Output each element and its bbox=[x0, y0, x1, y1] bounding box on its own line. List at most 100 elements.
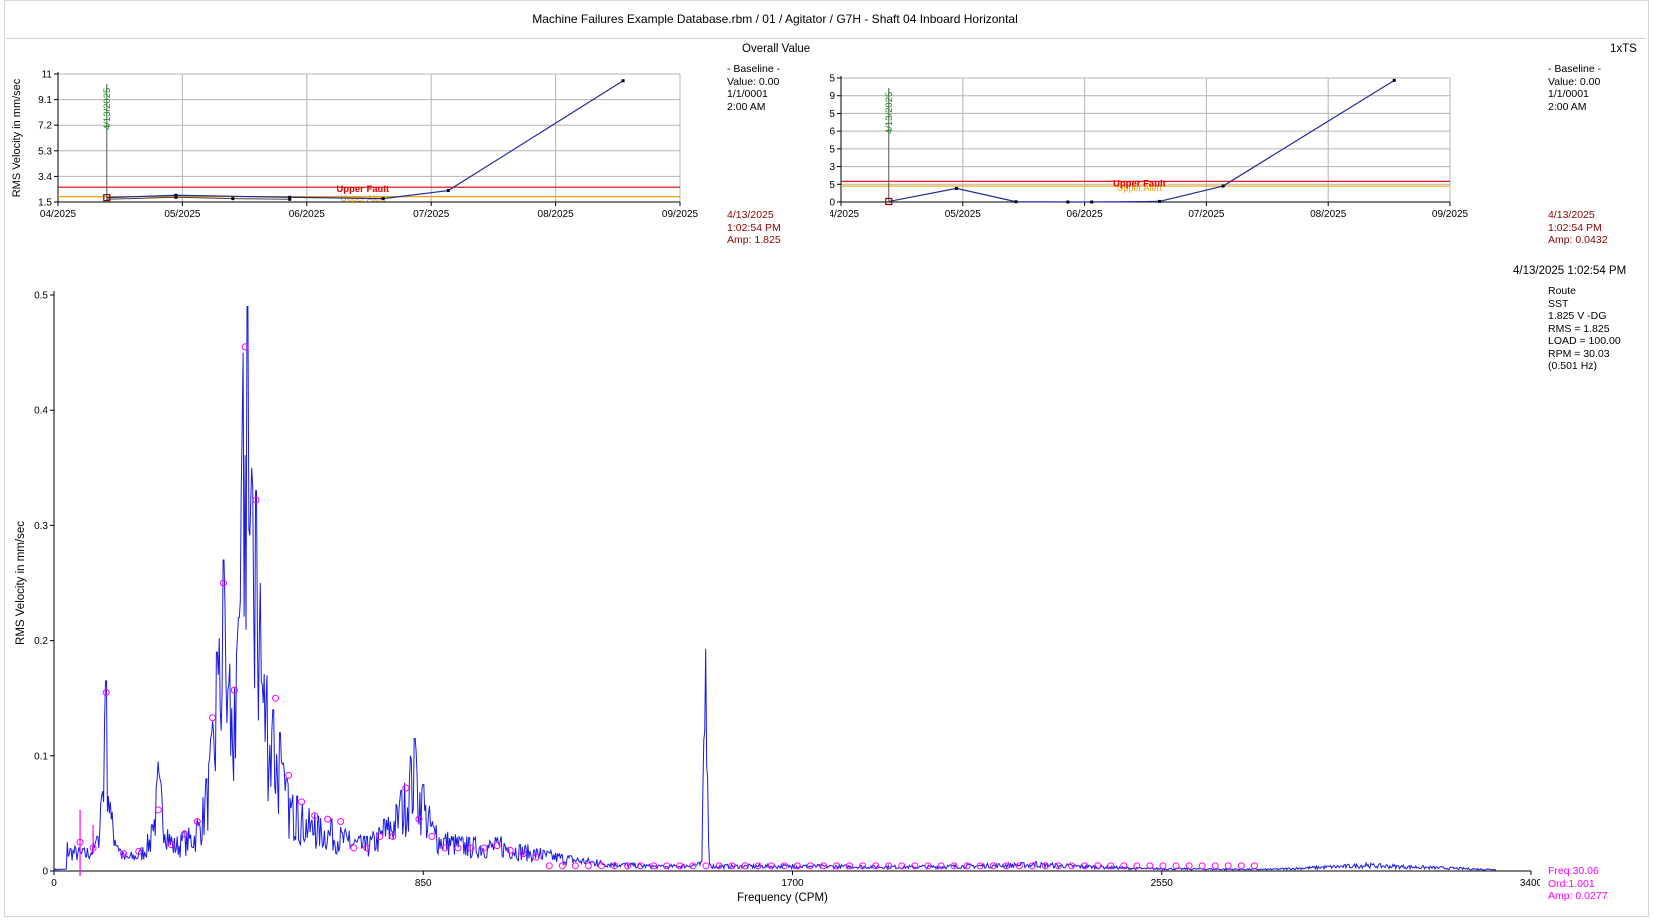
readout-line: (0.501 Hz) bbox=[1548, 360, 1598, 372]
y-tick-label: 10.5 bbox=[830, 74, 835, 85]
baseline-date: 1/1/0001 bbox=[727, 88, 768, 100]
series-line bbox=[106, 80, 624, 200]
y-tick-label: 0.1 bbox=[34, 751, 48, 762]
y-tick-label: 0.2 bbox=[34, 636, 48, 647]
overall-cursor-info: 4/13/2025 1:02:54 PM Amp: 1.825 bbox=[727, 209, 781, 247]
x-axis-label: Frequency (CPM) bbox=[737, 892, 828, 904]
data-point bbox=[381, 197, 385, 201]
x-tick-label: 2550 bbox=[1151, 878, 1174, 889]
baseline-value: Value: 0.00 bbox=[727, 75, 780, 88]
date-marker-label: 4/13/2025 bbox=[102, 88, 113, 130]
x-tick-label: 05/2025 bbox=[945, 209, 982, 220]
spectrum-readout-title: 4/13/2025 1:02:54 PM bbox=[1513, 265, 1627, 277]
readout-line: RPM = 30.03 bbox=[1548, 347, 1610, 360]
y-tick-label: 0 bbox=[830, 198, 835, 209]
harmonic-marker bbox=[337, 817, 345, 825]
y-tick-label: 4.5 bbox=[830, 144, 835, 155]
onexts-trend-chart[interactable]: 0 1.5 3 4.5 6 7.5 9 10.5 04/2025 05/2025 06/2025 07… bbox=[830, 60, 1550, 250]
harmonic-marker bbox=[272, 694, 280, 702]
series-line bbox=[106, 196, 290, 200]
harmonic-marker bbox=[428, 832, 436, 840]
overall-trend-chart[interactable]: 1.5 3.4 5.3 7.2 9.1 11 04/2025 05/2025 06/2025 07… bbox=[10, 60, 770, 250]
y-tick-label: 9 bbox=[830, 91, 835, 102]
cursor-date: 4/13/2025 bbox=[1548, 209, 1595, 221]
y-tick-label: 0.4 bbox=[34, 406, 48, 417]
cursor-date: 4/13/2025 bbox=[727, 209, 774, 221]
x-tick-label: 06/2025 bbox=[1067, 209, 1104, 220]
cursor-amp: Amp: 0.0432 bbox=[1548, 234, 1608, 246]
x-tick-label: 3400 bbox=[1520, 878, 1540, 889]
spectrum-readout: Route SST 1.825 V -DG RMS = 1.825 LOAD = 100… bbox=[1548, 285, 1621, 373]
x-tick-label: 04/2025 bbox=[830, 209, 860, 220]
spectrum-cursor-info: Freq:30.06 Ord:1.001 Amp: 0.0277 bbox=[1548, 865, 1608, 903]
harmonic-marker bbox=[402, 784, 410, 792]
x-tick-label: 1700 bbox=[781, 878, 804, 889]
x-tick-label: 07/2025 bbox=[1188, 209, 1225, 220]
readout-line: RMS = 1.825 bbox=[1548, 322, 1610, 335]
y-tick-label: 5.3 bbox=[38, 146, 52, 157]
y-tick-label: 11 bbox=[42, 70, 53, 81]
data-point bbox=[288, 197, 292, 201]
data-point bbox=[1014, 200, 1018, 204]
y-axis-label: RMS Velocity in mm/sec bbox=[15, 521, 27, 645]
x-tick-label: 07/2025 bbox=[413, 209, 450, 220]
harmonic-marker bbox=[324, 815, 332, 823]
harmonic-marker bbox=[480, 844, 488, 852]
data-point bbox=[1090, 200, 1094, 204]
spectrum-trace bbox=[53, 306, 1497, 872]
harmonic-marker bbox=[702, 862, 710, 870]
baseline-date: 1/1/0001 bbox=[1548, 88, 1589, 100]
data-point bbox=[621, 79, 625, 83]
readout-line: 1.825 V -DG bbox=[1548, 310, 1607, 322]
y-tick-label: 1.5 bbox=[830, 180, 835, 191]
harmonic-marker bbox=[689, 862, 697, 870]
spectrum-chart[interactable]: 0 0.1 0.2 0.3 0.4 0.5 0 850 1700 2550 3400 Frequenc… bbox=[10, 285, 1540, 905]
harmonic-marker bbox=[1224, 862, 1232, 870]
y-tick-label: 1.5 bbox=[38, 198, 52, 209]
harmonic-marker bbox=[584, 862, 592, 870]
harmonic-marker bbox=[545, 862, 553, 870]
overall-chart-title: Overall Value bbox=[742, 43, 811, 55]
data-point bbox=[231, 197, 235, 201]
y-tick-label: 6 bbox=[830, 127, 835, 138]
y-tick-label: 0.3 bbox=[34, 521, 48, 532]
cursor-time: 1:02:54 PM bbox=[727, 221, 781, 234]
harmonic-marker bbox=[1015, 862, 1023, 870]
x-tick-label: 09/2025 bbox=[662, 209, 699, 220]
readout-line: LOAD = 100.00 bbox=[1548, 335, 1621, 347]
baseline-label: - Baseline - bbox=[727, 63, 781, 75]
y-tick-label: 3.4 bbox=[38, 172, 52, 183]
onexts-baseline-info: - Baseline - Value: 0.00 1/1/0001 2:00 AM bbox=[1548, 63, 1601, 113]
date-marker-label: 4/13/2025 bbox=[884, 92, 895, 134]
onexts-cursor-info: 4/13/2025 1:02:54 PM Amp: 0.0432 bbox=[1548, 209, 1608, 247]
data-point bbox=[1392, 78, 1396, 82]
data-point bbox=[1066, 200, 1070, 204]
readout-line: Route bbox=[1548, 285, 1577, 297]
onexts-chart-title: 1xTS bbox=[1610, 43, 1637, 55]
harmonic-marker bbox=[1211, 862, 1219, 870]
x-tick-label: 08/2025 bbox=[538, 209, 575, 220]
y-tick-label: 0.5 bbox=[34, 291, 48, 302]
cursor-time: 1:02:54 PM bbox=[1548, 221, 1602, 234]
cursor-freq: Freq:30.06 bbox=[1548, 865, 1599, 877]
harmonic-marker bbox=[285, 771, 293, 779]
baseline-label: - Baseline - bbox=[1548, 63, 1602, 75]
harmonic-marker bbox=[298, 798, 306, 806]
x-tick-label: 09/2025 bbox=[1432, 209, 1469, 220]
window-title: Machine Failures Example Database.rbm / … bbox=[532, 12, 1018, 26]
harmonic-marker bbox=[1159, 862, 1167, 870]
harmonic-marker bbox=[571, 862, 579, 870]
y-tick-label: 3 bbox=[830, 162, 835, 173]
baseline-value: Value: 0.00 bbox=[1548, 75, 1601, 88]
harmonic-marker bbox=[597, 862, 605, 870]
y-tick-label: 0 bbox=[42, 867, 48, 878]
data-point bbox=[174, 195, 178, 199]
data-point bbox=[1157, 199, 1161, 203]
harmonic-marker bbox=[558, 862, 566, 870]
cursor-amp: Amp: 1.825 bbox=[727, 234, 781, 246]
x-tick-label: 05/2025 bbox=[164, 209, 201, 220]
overall-baseline-info: - Baseline - Value: 0.00 1/1/0001 2:00 AM bbox=[727, 63, 780, 113]
harmonic-marker bbox=[363, 844, 371, 852]
y-axis-label: RMS Velocity in mm/sec bbox=[11, 78, 23, 197]
data-point bbox=[954, 186, 958, 190]
